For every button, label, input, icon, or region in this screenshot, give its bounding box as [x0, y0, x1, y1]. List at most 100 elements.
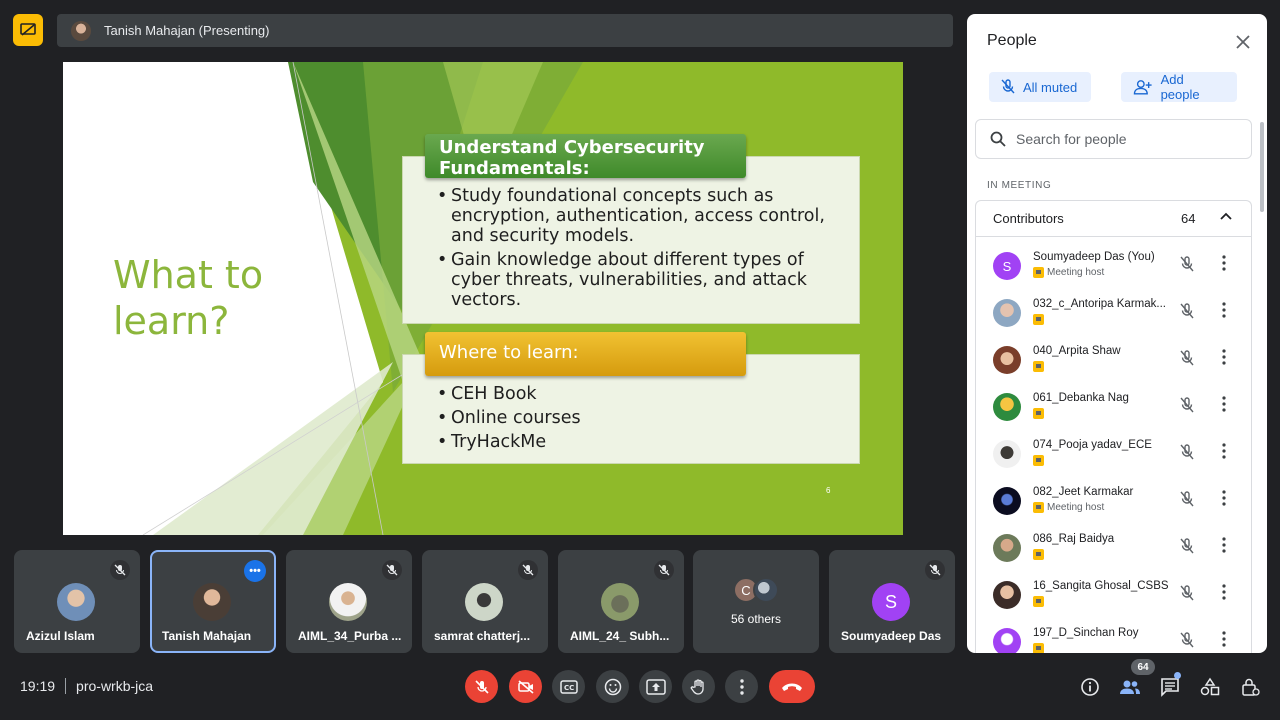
participant-name: Soumyadeep Das (You) [1033, 251, 1155, 263]
chevron-up-icon [1220, 212, 1232, 220]
avatar [993, 628, 1021, 653]
participant-name: 16_Sangita Ghosal_CSBS [1033, 580, 1169, 592]
raise-hand-button[interactable] [682, 670, 715, 703]
more-options-button[interactable] [725, 670, 758, 703]
participant-list: S Soumyadeep Das (You) Meeting host 032_… [975, 236, 1252, 653]
emoji-icon [604, 678, 621, 695]
list-item[interactable]: 032_c_Antoripa Karmak... [976, 290, 1251, 336]
more-vert-icon[interactable] [1222, 631, 1226, 647]
list-item[interactable]: 074_Pooja yadav_ECE [976, 431, 1251, 477]
close-icon [1236, 35, 1250, 49]
info-icon [1081, 678, 1099, 696]
participant-tile[interactable]: samrat chatterj... [422, 550, 548, 653]
role-label: Meeting host [1047, 502, 1105, 513]
people-search[interactable] [975, 119, 1252, 159]
avatar [993, 440, 1021, 468]
role-label: Meeting host [1047, 267, 1105, 278]
mic-off-icon [654, 560, 674, 580]
section2-bullets: CEH Book Online courses TryHackMe [437, 384, 837, 456]
participant-tile[interactable]: AIML_34_Purba ... [286, 550, 412, 653]
list-item[interactable]: 061_Debanka Nag [976, 384, 1251, 430]
presentation-chip-icon [1033, 314, 1044, 325]
avatar [993, 581, 1021, 609]
hand-icon [690, 678, 704, 695]
mic-toggle-button[interactable] [465, 670, 498, 703]
avatar [993, 299, 1021, 327]
captions-button[interactable]: CC [552, 670, 585, 703]
others-tile[interactable]: C 56 others [693, 550, 819, 653]
participant-name: Tanish Mahajan [162, 629, 252, 643]
mic-off-icon[interactable] [1178, 302, 1196, 320]
meeting-info-button[interactable] [1078, 675, 1102, 699]
mic-off-icon[interactable] [1178, 443, 1196, 461]
list-item[interactable]: 040_Arpita Shaw [976, 337, 1251, 383]
mic-off-icon[interactable] [1178, 255, 1196, 273]
mic-off-icon[interactable] [1178, 631, 1196, 649]
avatar [993, 346, 1021, 374]
activities-button[interactable] [1198, 675, 1222, 699]
presentation-slide: What to learn? Understand Cybersecurity … [63, 62, 903, 535]
all-muted-button[interactable]: All muted [989, 72, 1091, 102]
slide-title: What to learn? [113, 253, 264, 343]
end-call-icon [782, 683, 802, 691]
lock-person-icon [1242, 678, 1260, 696]
add-people-label: Add people [1160, 72, 1200, 102]
panel-scrollbar[interactable] [1260, 122, 1264, 212]
chat-notification-dot [1174, 672, 1181, 679]
avatar [993, 487, 1021, 515]
host-controls-button[interactable] [1238, 675, 1262, 699]
mic-off-icon[interactable] [1178, 584, 1196, 602]
participant-tile[interactable]: S Soumyadeep Das [829, 550, 955, 653]
list-item[interactable]: 16_Sangita Ghosal_CSBS [976, 572, 1251, 618]
list-item[interactable]: 197_D_Sinchan Roy [976, 619, 1251, 653]
avatar [993, 393, 1021, 421]
stop-presenting-button[interactable] [13, 14, 43, 46]
captions-icon: CC [559, 679, 578, 694]
participant-role [1033, 596, 1044, 607]
mic-off-icon[interactable] [1178, 537, 1196, 555]
leave-call-button[interactable] [769, 670, 815, 703]
present-screen-icon [20, 23, 36, 36]
people-button[interactable] [1118, 675, 1142, 699]
participant-name: 061_Debanka Nag [1033, 392, 1129, 404]
list-item[interactable]: 082_Jeet Karmakar Meeting host [976, 478, 1251, 524]
avatar [57, 583, 95, 621]
mic-off-icon[interactable] [1178, 396, 1196, 414]
section-label: IN MEETING [987, 180, 1052, 191]
participant-tile-active[interactable]: ••• Tanish Mahajan [150, 550, 276, 653]
section2-header: Where to learn: [425, 332, 746, 376]
participant-name: Soumyadeep Das [841, 629, 942, 643]
reactions-button[interactable] [596, 670, 629, 703]
more-vert-icon[interactable] [1222, 349, 1226, 365]
close-panel-button[interactable] [1231, 30, 1255, 54]
bullet-item: CEH Book [437, 384, 837, 404]
more-vert-icon[interactable] [1222, 255, 1226, 271]
participant-name: AIML_24_ Subh... [570, 629, 670, 643]
more-vert-icon[interactable] [1222, 396, 1226, 412]
more-options-button[interactable]: ••• [244, 560, 266, 582]
list-item[interactable]: S Soumyadeep Das (You) Meeting host [976, 243, 1251, 289]
presentation-chip-icon [1033, 455, 1044, 466]
search-icon [990, 131, 1006, 147]
participant-role [1033, 361, 1044, 372]
present-now-button[interactable] [639, 670, 672, 703]
more-vert-icon[interactable] [1222, 443, 1226, 459]
participant-tile[interactable]: AIML_24_ Subh... [558, 550, 684, 653]
mic-off-icon[interactable] [1178, 490, 1196, 508]
list-item[interactable]: 086_Raj Baidya [976, 525, 1251, 571]
add-people-button[interactable]: Add people [1121, 72, 1237, 102]
participant-name: Azizul Islam [26, 629, 95, 643]
participant-role [1033, 549, 1044, 560]
participant-role [1033, 455, 1044, 466]
more-vert-icon[interactable] [1222, 490, 1226, 506]
camera-toggle-button[interactable] [509, 670, 542, 703]
meeting-code[interactable]: pro-wrkb-jca [76, 678, 153, 694]
more-vert-icon[interactable] [1222, 302, 1226, 318]
search-input[interactable] [1016, 131, 1216, 147]
contributors-header[interactable]: Contributors 64 [975, 200, 1252, 236]
mic-off-icon[interactable] [1178, 349, 1196, 367]
participant-name: 086_Raj Baidya [1033, 533, 1115, 545]
participant-tile[interactable]: Azizul Islam [14, 550, 140, 653]
more-vert-icon[interactable] [1222, 584, 1226, 600]
more-vert-icon[interactable] [1222, 537, 1226, 553]
